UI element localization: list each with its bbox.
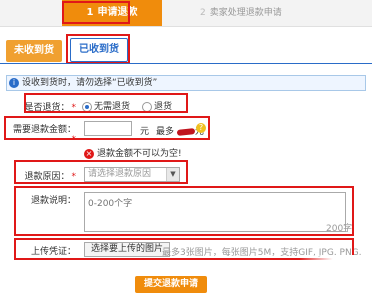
highlight-box xyxy=(14,186,354,236)
torn-edge xyxy=(300,255,372,302)
info-text: 设收到货时，请勿选择“已收到货” xyxy=(22,78,158,88)
tab-underline xyxy=(0,63,372,64)
step-seller-process: 2 卖家处理退款申请 xyxy=(200,0,372,26)
highlight-box xyxy=(66,34,130,64)
amount-error: × 退款金额不可以为空! xyxy=(84,149,182,159)
error-icon: × xyxy=(84,149,94,159)
highlight-box xyxy=(62,1,130,24)
submit-refund-button[interactable]: 提交退款申请 xyxy=(135,276,207,293)
highlight-box xyxy=(4,116,210,140)
info-icon: i xyxy=(9,78,19,88)
highlight-box xyxy=(14,160,188,184)
info-notice: i 设收到货时，请勿选择“已收到货” xyxy=(6,75,366,91)
step-number: 2 xyxy=(200,8,206,18)
tab-not-received[interactable]: 未收到货 xyxy=(6,40,62,62)
step-label: 卖家处理退款申请 xyxy=(209,8,282,18)
highlight-box xyxy=(24,93,188,113)
